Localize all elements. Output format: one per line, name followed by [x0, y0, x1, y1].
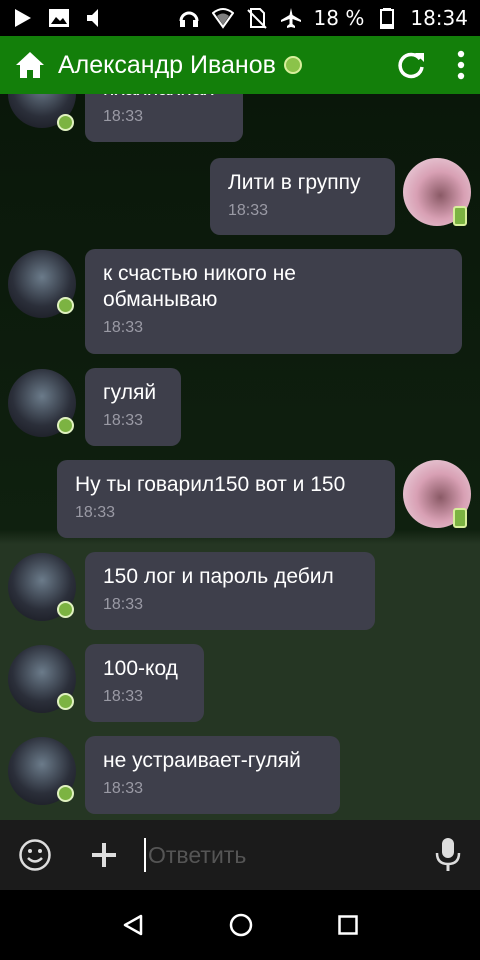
message-bubble-left[interactable]: 100-код 18:33 — [85, 644, 204, 722]
battery-percent: 18 % — [313, 6, 365, 30]
back-icon[interactable] — [121, 913, 145, 937]
message-bubble-left[interactable]: к счастью никого не обманываю 18:33 — [85, 249, 462, 354]
image-icon — [49, 9, 69, 27]
online-badge — [57, 417, 74, 434]
online-badge — [57, 114, 74, 131]
message-input[interactable]: Ответить — [148, 842, 246, 869]
message-time: 18:33 — [103, 780, 144, 797]
mobile-badge — [453, 508, 467, 528]
message-bubble-left[interactable]: 150 лог и пароль дебил 18:33 — [85, 552, 375, 630]
message-time: 18:33 — [103, 108, 144, 125]
online-badge — [57, 297, 74, 314]
headphones-icon — [179, 11, 199, 27]
contact-name[interactable]: Александр Иванов — [58, 51, 276, 80]
message-bubble-left[interactable]: пхахпахпах 18:33 — [85, 94, 243, 142]
message-composer: Ответить — [0, 820, 480, 890]
message-time: 18:33 — [103, 319, 144, 336]
chat-area[interactable]: пхахпахпах 18:33 Лити в группу 18:33 к с… — [0, 94, 480, 820]
plus-icon[interactable] — [90, 841, 118, 869]
recents-icon[interactable] — [337, 914, 359, 936]
emoji-icon[interactable] — [18, 838, 52, 872]
message-time: 18:33 — [103, 688, 144, 705]
message-text: Лити в группу — [228, 171, 361, 194]
play-icon — [15, 9, 31, 27]
no-sim-icon — [246, 8, 267, 29]
volume-icon — [87, 9, 98, 27]
message-text: гуляй — [103, 381, 157, 404]
status-time: 18:34 — [410, 6, 468, 30]
message-text: не устраивает-гуляй — [103, 749, 301, 772]
online-badge — [57, 693, 74, 710]
more-vert-icon[interactable] — [456, 50, 466, 80]
message-time: 18:33 — [103, 412, 144, 429]
mobile-badge — [453, 206, 467, 226]
app-bar: Александр Иванов — [0, 36, 480, 94]
message-text: пхахпахпах — [103, 94, 225, 102]
status-bar: 18 % 18:34 — [0, 0, 480, 36]
message-text: к счастью никого не обманываю — [103, 262, 296, 311]
message-text: 100-код — [103, 657, 178, 680]
battery-icon — [380, 8, 395, 29]
text-caret — [144, 838, 146, 872]
wifi-icon — [211, 8, 234, 29]
home-circle-icon[interactable] — [228, 912, 254, 938]
message-time: 18:33 — [103, 596, 144, 613]
airplane-icon — [280, 8, 301, 28]
online-badge — [57, 785, 74, 802]
system-nav-bar — [0, 890, 480, 960]
refresh-icon[interactable] — [396, 50, 426, 80]
message-time: 18:33 — [75, 504, 116, 521]
message-bubble-right[interactable]: Лити в группу 18:33 — [210, 158, 395, 235]
online-badge — [57, 601, 74, 618]
home-icon[interactable] — [14, 50, 46, 80]
message-text: Ну ты говарил150 вот и 150 — [75, 473, 346, 496]
message-text: 150 лог и пароль дебил — [103, 565, 334, 588]
online-indicator — [283, 56, 302, 74]
message-bubble-right[interactable]: Ну ты говарил150 вот и 150 18:33 — [57, 460, 395, 538]
message-bubble-left[interactable]: гуляй 18:33 — [85, 368, 181, 446]
message-bubble-left[interactable]: не устраивает-гуляй 18:33 — [85, 736, 340, 814]
message-time: 18:33 — [228, 202, 269, 219]
microphone-icon[interactable] — [434, 837, 462, 873]
